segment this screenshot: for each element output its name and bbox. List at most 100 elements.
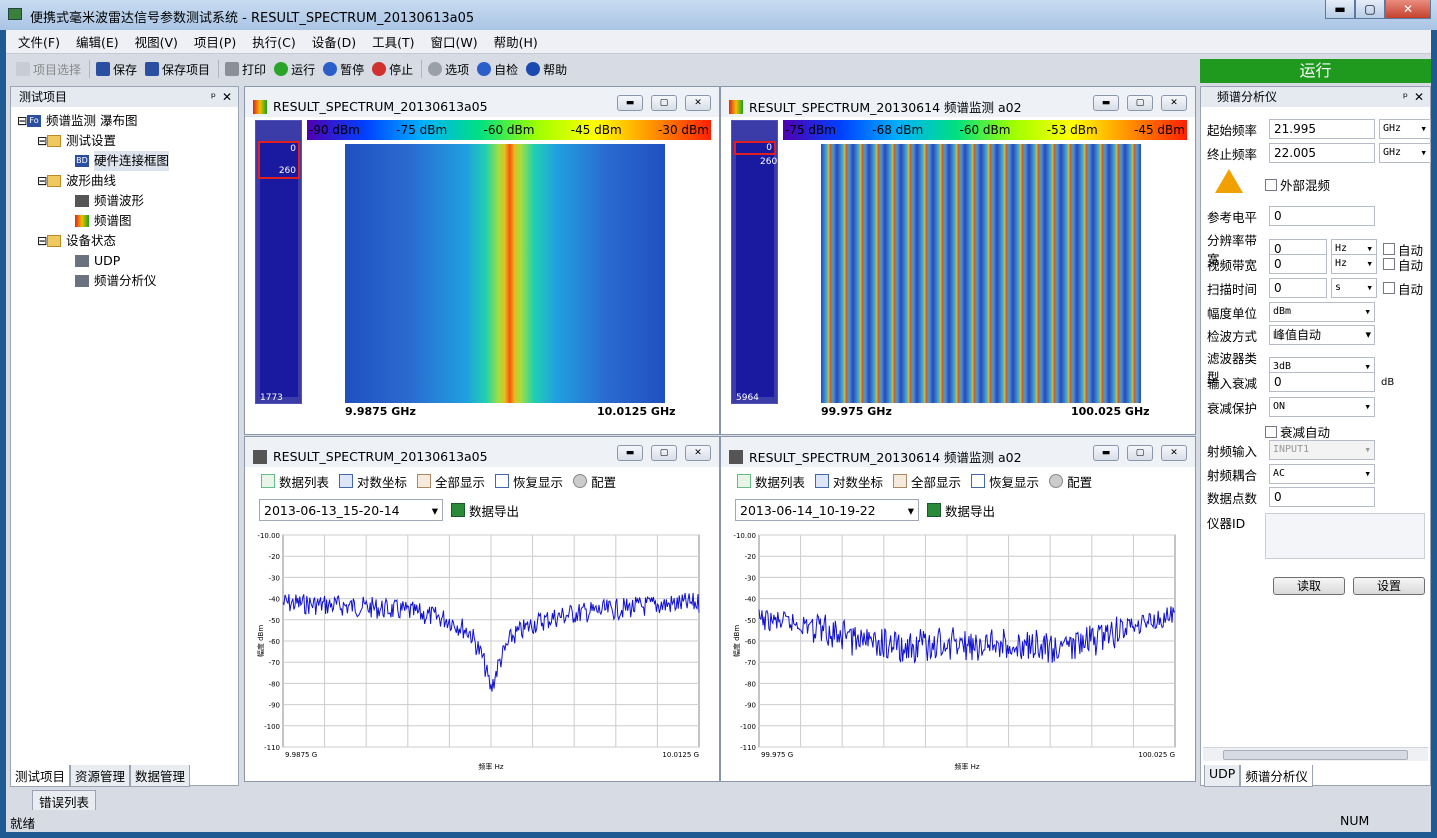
device-id-box[interactable]	[1265, 513, 1425, 559]
horizontal-scrollbar[interactable]	[1203, 747, 1428, 761]
mdi-close-button[interactable]: ✕	[685, 95, 711, 111]
close-icon[interactable]: ✕	[222, 87, 232, 107]
mdi-restore-button[interactable]: ▢	[1127, 95, 1153, 111]
spectrum-chart-2[interactable]: -10.00 -20 -30 -40 -50 -60 -70 -80 -90 -100 -110 99…	[731, 529, 1187, 775]
tree-node-waves[interactable]: ⊟ 波形曲线	[17, 171, 238, 191]
pause-button[interactable]: 暂停	[323, 61, 364, 78]
tab-projects[interactable]: 测试项目	[10, 765, 71, 787]
mdi-minimize-button[interactable]: ▬	[617, 445, 643, 461]
selfcheck-button[interactable]: 自检	[477, 61, 518, 78]
menu-window[interactable]: 窗口(W)	[430, 32, 477, 51]
minimize-button[interactable]: ▬	[1325, 0, 1355, 19]
data-list-button[interactable]: 数据列表	[261, 472, 329, 491]
mdi-restore-button[interactable]: ▢	[1127, 445, 1153, 461]
external-mixing-checkbox[interactable]: 外部混频	[1265, 175, 1330, 194]
config-button[interactable]: 配置	[1049, 472, 1092, 491]
vbw-unit-select[interactable]: Hz	[1331, 254, 1377, 274]
stop-freq-input[interactable]: 22.005	[1269, 143, 1375, 163]
mdi-minimize-button[interactable]: ▬	[1093, 95, 1119, 111]
maximize-button[interactable]: ▢	[1355, 0, 1385, 19]
export-button[interactable]: 数据导出	[451, 498, 529, 522]
help-button[interactable]: 帮助	[526, 61, 567, 78]
menu-help[interactable]: 帮助(H)	[494, 32, 538, 51]
date-select-2[interactable]: 2013-06-14_10-19-22 ▾	[735, 499, 919, 521]
waterfall-image-1[interactable]	[345, 144, 665, 403]
save-project-button[interactable]: 保存项目	[145, 61, 210, 78]
restore-view-button[interactable]: 恢复显示	[495, 472, 563, 491]
atten-auto-checkbox[interactable]: 衰减自动	[1265, 422, 1330, 441]
read-button[interactable]: 读取	[1273, 577, 1345, 595]
menu-edit[interactable]: 编辑(E)	[76, 32, 119, 51]
stop-freq-unit-select[interactable]: GHz	[1379, 143, 1431, 163]
mdi-restore-button[interactable]: ▢	[651, 445, 677, 461]
start-freq-unit-select[interactable]: GHz	[1379, 119, 1431, 139]
atten-input[interactable]: 0	[1269, 372, 1375, 392]
waterfall-image-2[interactable]	[821, 144, 1141, 403]
detector-select[interactable]: 峰值自动	[1269, 325, 1375, 345]
pin-icon[interactable]: ᵖ	[211, 87, 216, 107]
tab-resources[interactable]: 资源管理	[70, 765, 131, 787]
sweep-auto-checkbox[interactable]: 自动	[1383, 279, 1423, 298]
mdi-minimize-button[interactable]: ▬	[1093, 445, 1119, 461]
tree-node-udp[interactable]: UDP	[17, 251, 238, 271]
restore-view-button[interactable]: 恢复显示	[971, 472, 1039, 491]
waterfall-selection-box[interactable]: 0	[734, 141, 776, 155]
amp-unit-select[interactable]: dBm	[1269, 302, 1375, 322]
vbw-input[interactable]: 0	[1269, 254, 1327, 274]
tab-data[interactable]: 数据管理	[130, 765, 191, 787]
mdi-close-button[interactable]: ✕	[1161, 445, 1187, 461]
tree-node-setup[interactable]: ⊟ 测试设置	[17, 131, 238, 151]
tab-analyzer[interactable]: 频谱分析仪	[1240, 765, 1313, 787]
waterfall-nav-column[interactable]: 0 260 1773	[255, 120, 302, 404]
menu-project[interactable]: 项目(P)	[194, 32, 236, 51]
waterfall-selection-box[interactable]: 0 260	[258, 141, 300, 179]
tree-node-hw[interactable]: BD 硬件连接框图	[17, 151, 238, 171]
ref-level-input[interactable]: 0	[1269, 206, 1375, 226]
tree-node-spec-img[interactable]: 频谱图	[17, 211, 238, 231]
mdi-minimize-button[interactable]: ▬	[617, 95, 643, 111]
sweep-input[interactable]: 0	[1269, 278, 1327, 298]
print-button[interactable]: 打印	[225, 61, 266, 78]
menu-view[interactable]: 视图(V)	[135, 32, 178, 51]
mdi-close-button[interactable]: ✕	[1161, 95, 1187, 111]
start-freq-input[interactable]: 21.995	[1269, 119, 1375, 139]
tree-node-spec-wave[interactable]: 频谱波形	[17, 191, 238, 211]
menu-execute[interactable]: 执行(C)	[252, 32, 295, 51]
tree-node-analyzer[interactable]: 频谱分析仪	[17, 271, 238, 291]
vbw-auto-checkbox[interactable]: 自动	[1383, 255, 1423, 274]
menu-file[interactable]: 文件(F)	[18, 32, 60, 51]
tab-udp[interactable]: UDP	[1204, 765, 1241, 787]
save-button[interactable]: 保存	[96, 61, 137, 78]
tree-root[interactable]: ⊟ Fo 频谱监测 瀑布图	[17, 111, 238, 131]
scrollbar-thumb[interactable]	[1223, 750, 1408, 760]
project-select-button[interactable]: 项目选择	[16, 61, 81, 78]
log-axis-button[interactable]: 对数坐标	[815, 472, 883, 491]
show-all-button[interactable]: 全部显示	[417, 472, 485, 491]
rf-input-select[interactable]: INPUT1	[1269, 440, 1375, 460]
tree-node-dev[interactable]: ⊟ 设备状态	[17, 231, 238, 251]
close-icon[interactable]: ✕	[1414, 87, 1424, 107]
log-axis-button[interactable]: 对数坐标	[339, 472, 407, 491]
protect-select[interactable]: ON	[1269, 397, 1375, 417]
mdi-close-button[interactable]: ✕	[685, 445, 711, 461]
points-input[interactable]: 0	[1269, 487, 1375, 507]
config-button[interactable]: 配置	[573, 472, 616, 491]
close-button[interactable]: ✕	[1385, 0, 1431, 19]
stop-button[interactable]: 停止	[372, 61, 413, 78]
protect-label: 衰减保护	[1207, 400, 1258, 416]
options-button[interactable]: 选项	[428, 61, 469, 78]
run-button[interactable]: 运行	[274, 61, 315, 78]
date-select-1[interactable]: 2013-06-13_15-20-14 ▾	[259, 499, 443, 521]
menu-device[interactable]: 设备(D)	[312, 32, 356, 51]
waterfall-nav-column[interactable]: 0 260 5964	[731, 120, 778, 404]
set-button[interactable]: 设置	[1353, 577, 1425, 595]
export-button[interactable]: 数据导出	[927, 498, 1005, 522]
sweep-unit-select[interactable]: s	[1331, 278, 1377, 298]
spectrum-chart-1[interactable]: -10.00 -20 -30 -40 -50 -60 -70 -80 -90 -100 -110 9.…	[255, 529, 711, 775]
pin-icon[interactable]: ᵖ	[1403, 87, 1408, 107]
data-list-button[interactable]: 数据列表	[737, 472, 805, 491]
menu-tools[interactable]: 工具(T)	[372, 32, 414, 51]
coupling-select[interactable]: AC	[1269, 464, 1375, 484]
show-all-button[interactable]: 全部显示	[893, 472, 961, 491]
mdi-restore-button[interactable]: ▢	[651, 95, 677, 111]
